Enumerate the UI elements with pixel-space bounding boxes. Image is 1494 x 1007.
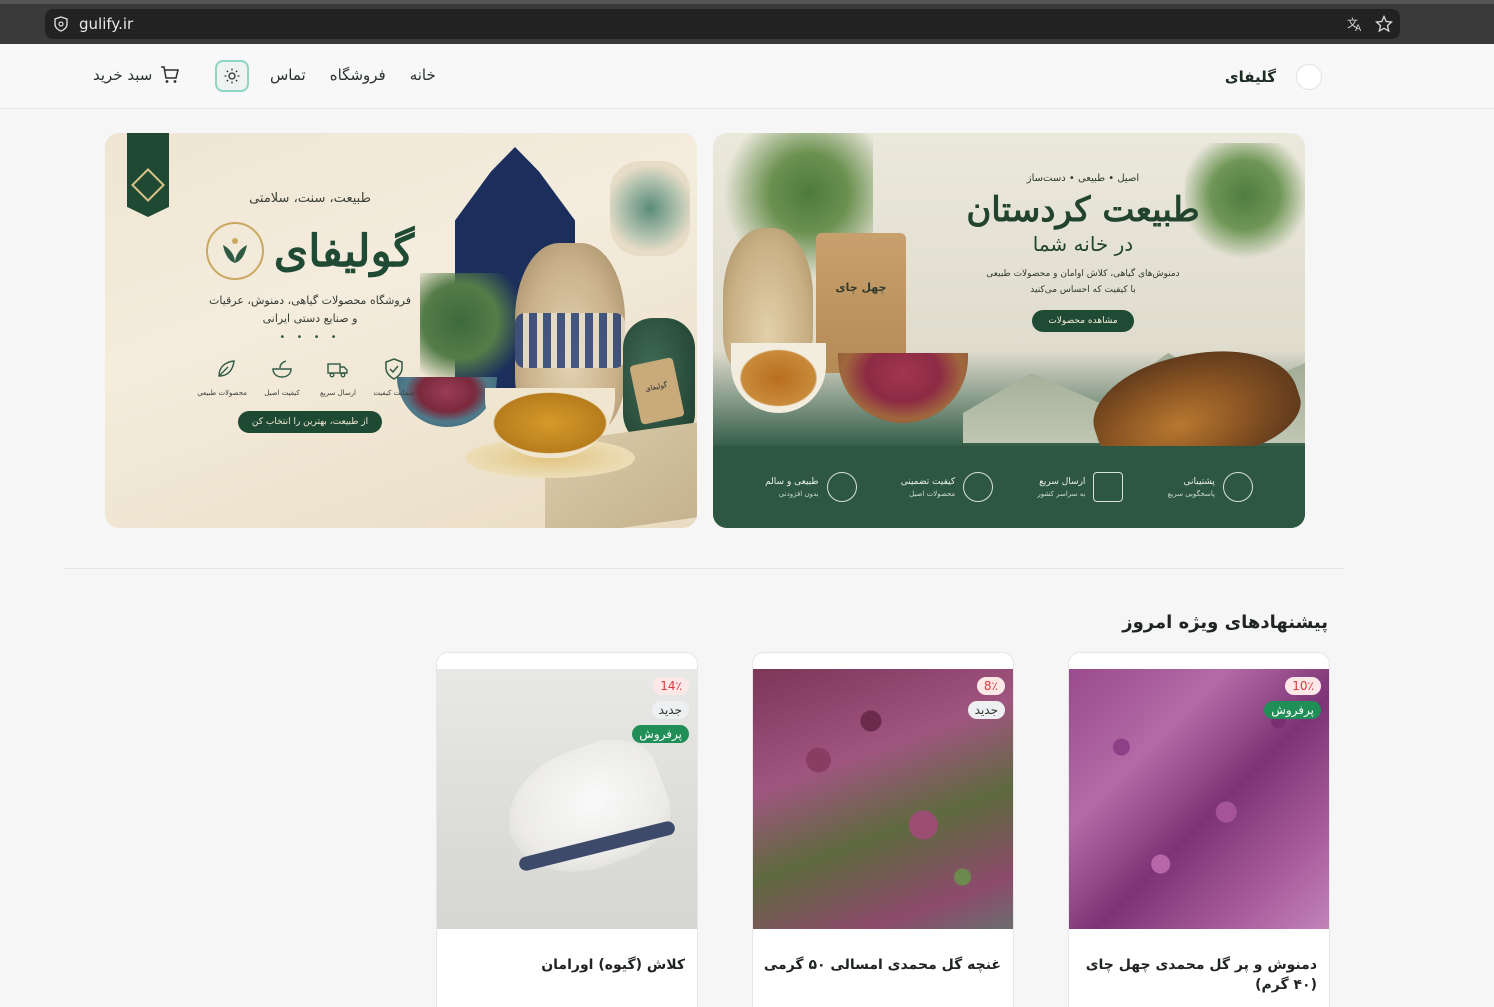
sun-icon bbox=[224, 68, 240, 84]
product-card[interactable]: 10٪ پرفروش دمنوش و پر گل محمدی چهل چای (… bbox=[1068, 652, 1330, 1007]
hero-left-subtitle-2: و صنایع دستی ایرانی bbox=[262, 312, 358, 325]
new-badge: جدید bbox=[651, 701, 689, 719]
hero-left-subtitle-1: فروشگاه محصولات گیاهی، دمنوش، عرقیات bbox=[209, 294, 411, 307]
product-title[interactable]: غنچه گل محمدی امسالی ۵۰ گرمی bbox=[761, 955, 1001, 975]
discount-badge: 14٪ bbox=[653, 677, 689, 695]
hero-right-features: پشتیبانی پاسخگویی سریع ارسال سریع به سراسر… bbox=[713, 446, 1305, 528]
section-divider bbox=[64, 568, 1344, 569]
site-header: گلیفای خانه فروشگاه تماس سبد خرید bbox=[0, 44, 1494, 109]
svg-text:A: A bbox=[1355, 24, 1362, 33]
leaf-icon bbox=[826, 472, 857, 502]
nav-contact[interactable]: تماس bbox=[270, 66, 306, 84]
feature-quality: کیفیت تضمینی محصولات اصیل bbox=[900, 472, 994, 502]
tea-cup-image bbox=[731, 343, 826, 413]
feature-natural: محصولات طبیعی bbox=[197, 357, 247, 397]
badge-stack: 8٪ جدید bbox=[967, 677, 1005, 719]
cart-button[interactable]: سبد خرید bbox=[93, 66, 180, 84]
feature-natural: طبیعی و سالم بدون افزودنی bbox=[765, 472, 857, 502]
tea-bag-image: چهل چای bbox=[816, 233, 906, 373]
feature-label: ارسال سریع bbox=[319, 389, 357, 397]
feature-subtitle: پاسخگویی سریع bbox=[1167, 489, 1215, 498]
hero-left-text: طبیعت، سنت، سلامتی گولیفای فروشگاه محصول… bbox=[160, 191, 460, 433]
browser-toolbar: gulify.ir 文A bbox=[0, 0, 1494, 44]
brand[interactable]: گلیفای bbox=[1225, 64, 1322, 90]
badge-icon bbox=[963, 472, 994, 502]
product-title[interactable]: کلاش (گیوه) اورامان bbox=[445, 955, 685, 975]
hero-left-tagline: طبیعت، سنت، سلامتی bbox=[249, 191, 371, 206]
translate-icon[interactable]: 文A bbox=[1346, 15, 1364, 33]
address-bar[interactable]: gulify.ir 文A bbox=[45, 9, 1400, 39]
cart-label: سبد خرید bbox=[93, 66, 153, 84]
nav-home[interactable]: خانه bbox=[410, 66, 436, 84]
url-text[interactable]: gulify.ir bbox=[79, 15, 133, 33]
bestseller-badge: پرفروش bbox=[1264, 701, 1321, 719]
hero-right-title: طبیعت کردستان bbox=[966, 190, 1200, 230]
feature-title: طبیعی و سالم bbox=[765, 476, 819, 487]
feature-quality: ضمانت کیفیت bbox=[373, 357, 415, 397]
view-products-button[interactable]: مشاهده محصولات bbox=[1032, 310, 1134, 332]
tile-ornament-image bbox=[610, 161, 690, 256]
hero-left-cta-button[interactable]: از طبیعت، بهترین را انتخاب کن bbox=[237, 411, 383, 433]
cart-icon bbox=[161, 66, 180, 83]
feature-shipping: ارسال سریع به سراسر کشور bbox=[1037, 472, 1124, 502]
headset-icon bbox=[1222, 472, 1253, 502]
badge-stack: 10٪ پرفروش bbox=[1264, 677, 1321, 719]
tea-bag-label: چهل چای bbox=[835, 281, 887, 294]
vase-pattern bbox=[515, 313, 625, 368]
feature-subtitle: بدون افزودنی bbox=[778, 489, 819, 498]
shield-icon[interactable] bbox=[53, 16, 69, 32]
rosebud-bowl-image bbox=[838, 353, 968, 423]
badge-stack: 14٪ جدید پرفروش bbox=[632, 677, 689, 743]
feature-shipping: ارسال سریع bbox=[317, 357, 359, 397]
hero-right-tagline: اصیل • طبیعی • دست‌ساز bbox=[1026, 173, 1140, 184]
feature-title: ارسال سریع bbox=[1039, 476, 1086, 487]
hero-right-desc-2: با کیفیت که احساس می‌کنید bbox=[1030, 285, 1136, 295]
discount-badge: 8٪ bbox=[976, 677, 1005, 695]
feature-title: پشتیبانی bbox=[1183, 476, 1215, 487]
discount-badge: 10٪ bbox=[1285, 677, 1321, 695]
feature-support: پشتیبانی پاسخگویی سریع bbox=[1168, 472, 1253, 502]
bottle-tag-label: گولیفای bbox=[644, 380, 668, 394]
hero-left-features: ضمانت کیفیت ارسال سریع کیفیت اصیل محصولا… bbox=[160, 357, 460, 397]
leaf-logo-icon bbox=[205, 222, 264, 280]
shield-check-icon bbox=[385, 358, 403, 380]
product-card[interactable]: 14٪ جدید پرفروش کلاش (گیوه) اورامان bbox=[436, 652, 698, 1007]
brand-name[interactable]: گلیفای bbox=[1225, 68, 1276, 86]
feature-subtitle: به سراسر کشور bbox=[1037, 489, 1086, 498]
feature-label: محصولات طبیعی bbox=[197, 389, 247, 397]
feature-subtitle: محصولات اصیل bbox=[909, 489, 956, 498]
main-nav: خانه فروشگاه تماس bbox=[270, 66, 436, 84]
leaf-icon bbox=[218, 360, 235, 377]
product-card[interactable]: 8٪ جدید غنچه گل محمدی امسالی ۵۰ گرمی bbox=[752, 652, 1014, 1007]
truck-icon bbox=[327, 363, 348, 378]
hero-banner-gulify[interactable]: گولیفای طبیعت، سنت، سلامتی گولیفای فروشگ… bbox=[105, 133, 697, 528]
hero-right-desc-1: دمنوش‌های گیاهی، کلاش اوامان و محصولات ط… bbox=[986, 269, 1180, 279]
hero-right-text: اصیل • طبیعی • دست‌ساز طبیعت کردستان در … bbox=[943, 173, 1223, 332]
hero-right-subtitle: در خانه شما bbox=[1032, 232, 1134, 256]
theme-toggle-button[interactable] bbox=[215, 60, 249, 92]
star-icon[interactable] bbox=[1375, 15, 1393, 33]
feature-label: ضمانت کیفیت bbox=[373, 389, 415, 397]
feature-title: کیفیت تضمینی bbox=[900, 476, 956, 487]
truck-icon bbox=[1093, 472, 1124, 502]
feature-label: کیفیت اصیل bbox=[264, 389, 300, 397]
new-badge: جدید bbox=[967, 701, 1005, 719]
dots-divider: • • • • bbox=[279, 332, 341, 343]
section-title: پیشنهادهای ویژه امروز bbox=[1122, 612, 1328, 633]
bestseller-badge: پرفروش bbox=[632, 725, 689, 743]
brand-logo[interactable] bbox=[1296, 64, 1322, 90]
nav-shop[interactable]: فروشگاه bbox=[330, 66, 386, 84]
feature-authentic: کیفیت اصیل bbox=[261, 357, 303, 397]
product-title[interactable]: دمنوش و پر گل محمدی چهل چای (۴۰ گرم) bbox=[1077, 955, 1317, 995]
hero-banner-kurdistan[interactable]: چهل چای اصیل • طبیعی • دست‌ساز طبیعت کرد… bbox=[713, 133, 1305, 528]
hero-left-title: گولیفای bbox=[273, 225, 415, 277]
mortar-icon bbox=[272, 360, 292, 378]
